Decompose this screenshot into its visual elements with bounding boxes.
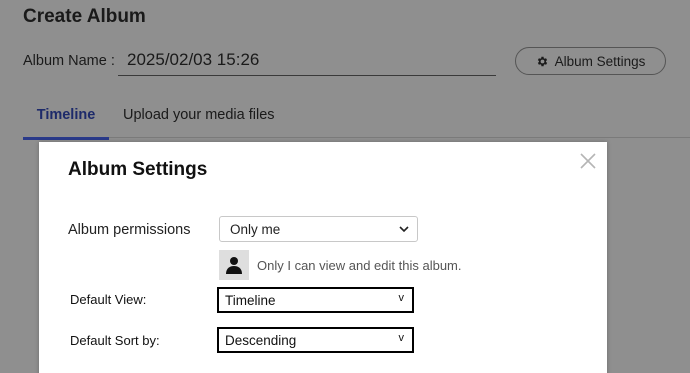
dropdown-v-icon: v [398, 332, 405, 344]
album-name-label: Album Name : [23, 53, 115, 69]
album-permissions-label: Album permissions [68, 222, 191, 238]
default-view-select[interactable]: Timeline v [217, 287, 414, 313]
tab-upload-media[interactable]: Upload your media files [123, 107, 275, 123]
album-settings-modal: Album Settings Album permissions Only me… [39, 142, 607, 373]
default-sort-select[interactable]: Descending v [217, 327, 414, 353]
default-sort-value: Descending [225, 332, 297, 348]
album-name-field[interactable] [118, 45, 496, 76]
close-icon[interactable] [579, 152, 597, 170]
tab-bar: Timeline Upload your media files [23, 97, 690, 140]
page-title: Create Album [23, 6, 146, 27]
tab-timeline[interactable]: Timeline [23, 107, 109, 140]
create-album-page: Create Album Album Name : Album Settings… [0, 0, 690, 373]
album-permissions-value: Only me [230, 221, 281, 237]
album-settings-button[interactable]: Album Settings [515, 47, 666, 75]
user-icon-box [219, 250, 249, 280]
album-permissions-select[interactable]: Only me [219, 216, 418, 242]
default-sort-label: Default Sort by: [70, 333, 160, 348]
user-icon [226, 257, 242, 274]
permissions-description: Only I can view and edit this album. [257, 258, 462, 273]
album-settings-button-label: Album Settings [554, 53, 646, 69]
dropdown-v-icon: v [398, 292, 405, 304]
gear-icon [537, 56, 547, 66]
default-view-value: Timeline [225, 292, 276, 308]
default-view-label: Default View: [70, 292, 147, 307]
modal-title: Album Settings [68, 159, 208, 180]
chevron-down-icon [399, 226, 409, 233]
